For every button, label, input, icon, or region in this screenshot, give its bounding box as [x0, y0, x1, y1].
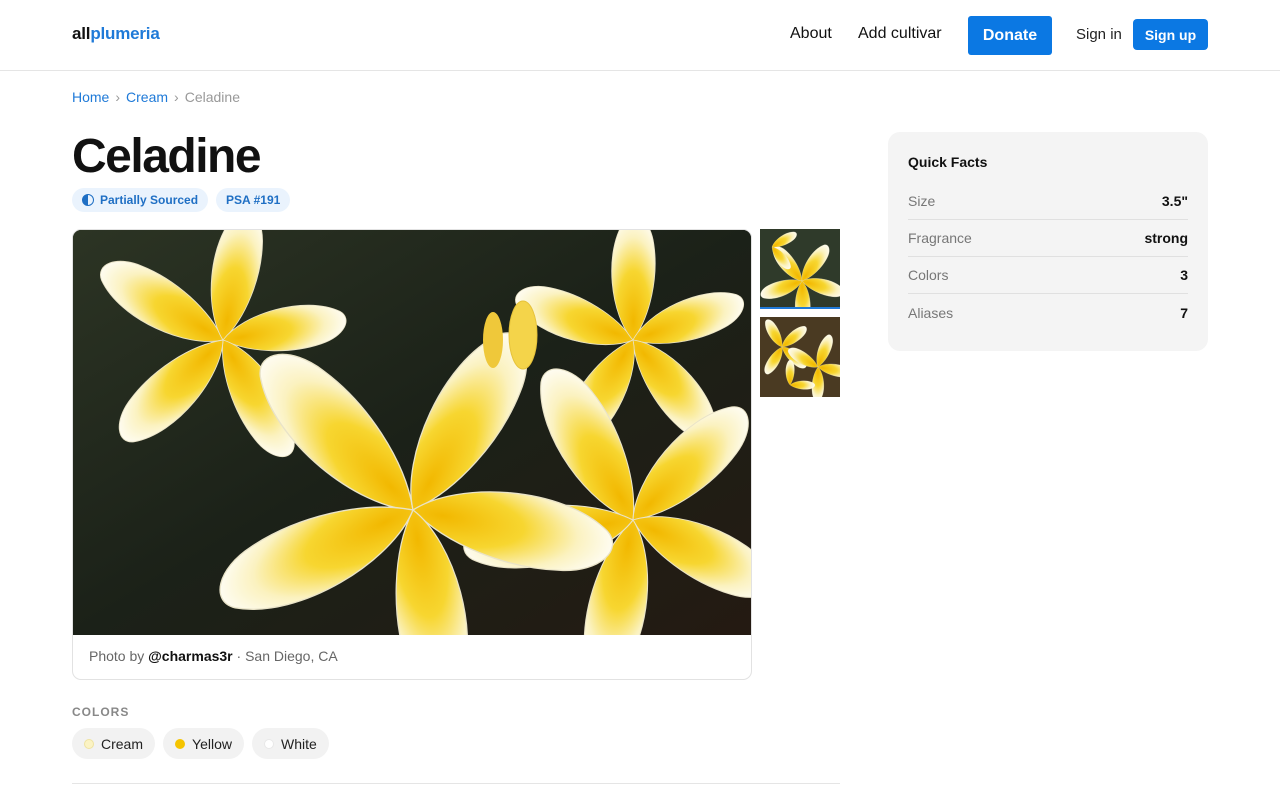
- logo-text-all: all: [72, 24, 91, 43]
- nav-about-link[interactable]: About: [790, 25, 832, 43]
- color-chip-yellow[interactable]: Yellow: [163, 728, 244, 759]
- fact-row-aliases: Aliases 7: [908, 294, 1188, 331]
- breadcrumb-current: Celadine: [184, 89, 240, 105]
- sign-up-button[interactable]: Sign up: [1133, 19, 1208, 50]
- color-chip-list: Cream Yellow White: [72, 728, 329, 759]
- color-chip-cream[interactable]: Cream: [72, 728, 156, 759]
- colors-section-label: COLORS: [72, 705, 130, 719]
- fact-row-colors: Colors 3: [908, 257, 1188, 294]
- site-header: allplumeria About Add cultivar Donate Si…: [0, 0, 1280, 71]
- photo-caption: Photo by @charmas3r · San Diego, CA: [89, 648, 338, 664]
- main-photo[interactable]: [73, 230, 751, 635]
- color-swatch: [175, 738, 186, 749]
- psa-badge-label: PSA #191: [226, 193, 281, 207]
- fact-key: Colors: [908, 267, 949, 283]
- sourced-badge[interactable]: Partially Sourced: [72, 188, 209, 212]
- thumbnail-image: [760, 229, 840, 307]
- sourced-badge-label: Partially Sourced: [100, 193, 199, 207]
- fact-row-size: Size 3.5": [908, 183, 1188, 220]
- fact-key: Size: [908, 193, 936, 209]
- color-swatch: [84, 738, 94, 749]
- breadcrumb-category[interactable]: Cream: [126, 89, 168, 105]
- section-divider: [72, 783, 840, 784]
- quick-facts-card: Quick Facts Size 3.5" Fragrance strong C…: [888, 132, 1208, 351]
- breadcrumb-separator: ›: [174, 89, 179, 105]
- breadcrumb: Home › Cream › Celadine: [72, 89, 240, 105]
- color-chip-white[interactable]: White: [251, 728, 329, 759]
- photographer-link[interactable]: @charmas3r: [148, 648, 232, 664]
- site-logo[interactable]: allplumeria: [72, 24, 160, 44]
- sign-in-link[interactable]: Sign in: [1076, 26, 1122, 43]
- plumeria-flowers-image: [73, 230, 751, 635]
- thumbnail-2[interactable]: [760, 317, 840, 397]
- nav-add-cultivar-link[interactable]: Add cultivar: [858, 25, 942, 43]
- photo-card: Photo by @charmas3r · San Diego, CA: [72, 229, 752, 680]
- badge-row: Partially Sourced PSA #191: [72, 188, 291, 212]
- color-chip-label: Yellow: [192, 735, 232, 752]
- logo-text-plumeria: plumeria: [90, 24, 160, 43]
- thumbnail-1[interactable]: [760, 229, 840, 309]
- fact-value: 7: [1180, 304, 1188, 321]
- color-chip-label: Cream: [101, 735, 144, 752]
- thumbnail-image: [760, 317, 840, 397]
- photo-location: · San Diego, CA: [236, 648, 338, 664]
- caption-prefix: Photo by: [89, 648, 145, 664]
- quick-facts-title: Quick Facts: [908, 154, 988, 170]
- color-swatch: [263, 738, 274, 749]
- fact-key: Fragrance: [908, 230, 972, 246]
- color-chip-label: White: [280, 735, 317, 752]
- breadcrumb-home[interactable]: Home: [72, 89, 109, 105]
- fact-value: 3.5": [1161, 193, 1188, 209]
- fact-row-fragrance: Fragrance strong: [908, 220, 1188, 257]
- half-circle-icon: [82, 194, 94, 206]
- fact-value: strong: [1144, 230, 1188, 246]
- breadcrumb-separator: ›: [115, 89, 121, 105]
- donate-button[interactable]: Donate: [968, 16, 1052, 55]
- fact-key: Aliases: [908, 304, 954, 321]
- page-title: Celadine: [72, 130, 262, 183]
- fact-value: 3: [1180, 267, 1188, 283]
- psa-badge[interactable]: PSA #191: [216, 188, 291, 212]
